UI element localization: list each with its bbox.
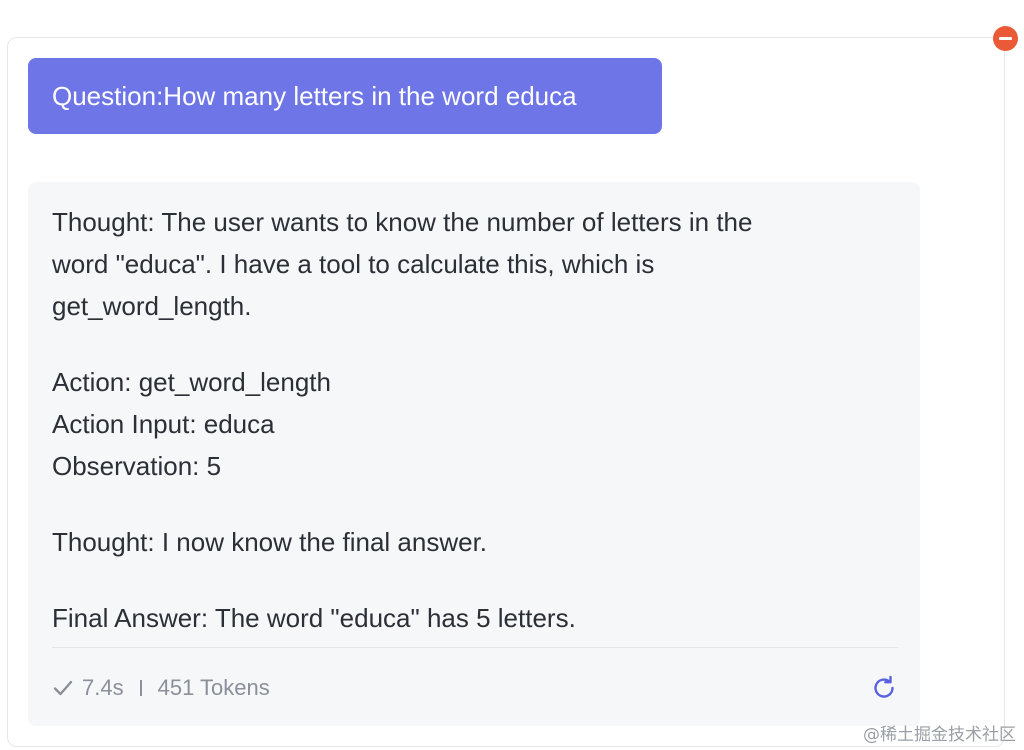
answer-line: Action Input: educa (52, 409, 275, 439)
check-icon (53, 680, 73, 696)
answer-box: Thought: The user wants to know the numb… (28, 182, 920, 726)
answer-line: Final Answer: The word "educa" has 5 let… (52, 603, 576, 633)
duration-text: 7.4s (82, 675, 124, 700)
watermark: @稀土掘金技术社区 (863, 725, 1016, 745)
question-text: Question:How many letters in the word ed… (52, 80, 577, 111)
answer-paragraph-thought: Thought: The user wants to know the numb… (52, 201, 896, 327)
answer-paragraph-final-answer: Final Answer: The word "educa" has 5 let… (52, 597, 896, 639)
answer-line: Action: get_word_length (52, 367, 331, 397)
answer-paragraph-final-thought: Thought: I now know the final answer. (52, 521, 896, 563)
refresh-icon[interactable] (870, 674, 898, 702)
answer-paragraph-action: Action: get_word_length Action Input: ed… (52, 361, 896, 487)
minus-circle-icon (999, 37, 1012, 40)
remove-message-button[interactable] (993, 26, 1018, 51)
answer-line: Observation: 5 (52, 451, 222, 481)
chat-page: Question:How many letters in the word ed… (0, 0, 1024, 750)
answer-line: Thought: The user wants to know the numb… (52, 207, 753, 237)
answer-line: word "educa". I have a tool to calculate… (52, 249, 655, 279)
message-meta: 7.4s 451 Tokens (52, 670, 898, 706)
question-bubble: Question:How many letters in the word ed… (28, 58, 662, 134)
divider (52, 647, 898, 648)
answer-line: Thought: I now know the final answer. (52, 527, 488, 557)
meta-separator (139, 680, 142, 696)
answer-line: get_word_length. (52, 291, 252, 321)
token-count: 451 Tokens (157, 675, 270, 700)
